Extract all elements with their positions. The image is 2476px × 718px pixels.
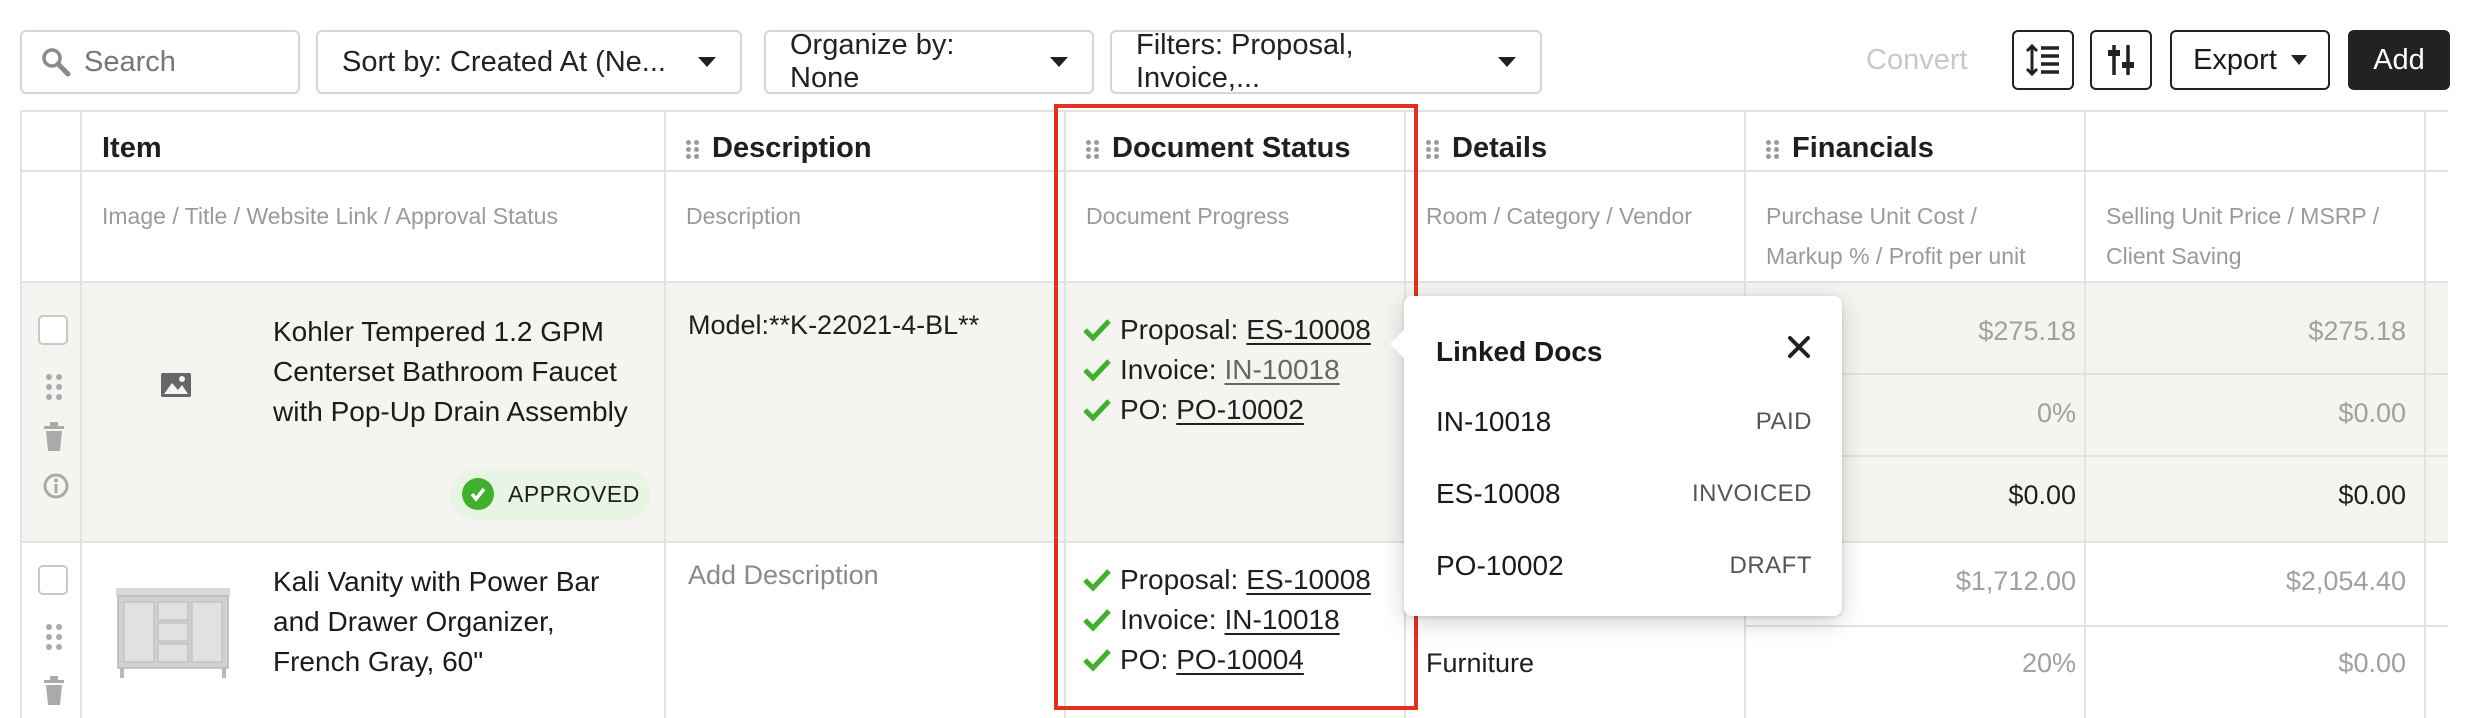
linked-doc-id[interactable]: ES-10008	[1436, 478, 1561, 510]
approval-badge[interactable]: APPROVED	[450, 468, 650, 520]
chevron-down-icon	[2290, 55, 2307, 65]
check-circle-icon	[462, 478, 494, 510]
subtitle-line: Client Saving	[2106, 243, 2242, 269]
profit-per-unit: $0.00	[2008, 480, 2076, 510]
row-checkbox[interactable]	[38, 565, 68, 595]
filters-label: Filters: Proposal, Invoice,...	[1136, 29, 1354, 94]
vanity-thumbnail[interactable]	[110, 580, 236, 680]
document-status-highlight	[1054, 104, 1418, 710]
divider	[20, 110, 22, 718]
title-line: Kohler Tempered 1.2 GPM	[273, 316, 604, 347]
item-category[interactable]: Furniture	[1426, 648, 1534, 679]
export-label: Export	[2193, 43, 2277, 76]
markup-percent[interactable]: 20%	[2022, 648, 2076, 679]
purchase-unit-cost[interactable]: $1,712.00	[1956, 566, 2076, 597]
drag-handle-icon[interactable]	[42, 372, 66, 402]
subtitle-line: Selling Unit Price / MSRP /	[2106, 203, 2380, 229]
chevron-down-icon	[698, 57, 716, 67]
subtitle-line: Markup % / Profit per unit	[1766, 243, 2026, 269]
chevron-down-icon	[1498, 57, 1516, 67]
drag-handle-icon[interactable]	[1426, 138, 1440, 160]
filters-dropdown[interactable]: Filters: Proposal, Invoice,...	[1110, 29, 1542, 94]
item-description[interactable]: Model:**K-22021-4-BL**	[688, 310, 979, 341]
column-title: Details	[1452, 132, 1548, 164]
description-placeholder[interactable]: Add Description	[688, 560, 879, 591]
divider	[1744, 455, 2448, 457]
row-checkbox[interactable]	[38, 315, 68, 345]
column-subtitle: Room / Category / Vendor	[1426, 203, 1692, 229]
trash-icon[interactable]	[42, 422, 66, 452]
divider	[2084, 110, 2086, 718]
search-placeholder: Search	[84, 45, 176, 78]
drag-handle-icon[interactable]	[1766, 138, 1780, 160]
divider	[2424, 110, 2426, 718]
popover-arrow	[1390, 330, 1404, 358]
divider	[1744, 373, 2448, 375]
chevron-down-icon	[1050, 57, 1068, 67]
title-line: and Drawer Organizer,	[273, 606, 555, 637]
title-line: Centerset Bathroom Faucet	[273, 356, 617, 387]
toolbar: Search Sort by: Created At (Ne... Organi…	[0, 0, 2476, 110]
column-subtitle: Description	[686, 203, 802, 229]
info-icon[interactable]	[42, 472, 70, 500]
column-settings-button[interactable]	[2090, 30, 2152, 90]
column-subtitle: Image / Title / Website Link / Approval …	[102, 203, 558, 229]
convert-button[interactable]: Convert	[1866, 44, 1968, 77]
sort-label: Sort by: Created At (Ne...	[342, 45, 666, 78]
linked-doc-status: PAID	[1755, 408, 1812, 435]
divider	[80, 110, 82, 718]
approval-label: APPROVED	[508, 480, 640, 507]
divider	[664, 110, 666, 718]
export-dropdown[interactable]: Export	[2170, 30, 2330, 90]
linked-doc-status: INVOICED	[1691, 480, 1812, 507]
column-header-description[interactable]: Description	[686, 132, 872, 165]
subtitle-line: Purchase Unit Cost /	[1766, 203, 1977, 229]
purchase-unit-cost[interactable]: $275.18	[1978, 316, 2076, 347]
sliders-icon	[2108, 45, 2134, 75]
column-title: Item	[102, 132, 162, 164]
popover-title: Linked Docs	[1436, 336, 1603, 367]
title-line: Kali Vanity with Power Bar	[273, 566, 600, 597]
image-placeholder-icon	[161, 373, 191, 397]
row-height-icon	[2025, 43, 2059, 77]
linked-docs-popover: Linked Docs IN-10018 PAID ES-10008 INVOI…	[1390, 296, 1842, 616]
msrp[interactable]: $0.00	[2338, 398, 2406, 429]
close-icon[interactable]	[1784, 332, 1814, 362]
column-title: Description	[712, 132, 872, 164]
column-header-financials[interactable]: Financials	[1766, 132, 1934, 165]
linked-doc-id[interactable]: PO-10002	[1436, 550, 1564, 582]
divider	[1744, 625, 2448, 627]
item-title[interactable]: Kali Vanity with Power Bar and Drawer Or…	[273, 562, 599, 682]
markup-percent[interactable]: 0%	[2037, 398, 2076, 429]
linked-doc-id[interactable]: IN-10018	[1436, 406, 1551, 438]
column-title: Financials	[1792, 132, 1934, 164]
msrp[interactable]: $0.00	[2338, 648, 2406, 679]
selling-unit-price[interactable]: $275.18	[2308, 316, 2406, 347]
item-title[interactable]: Kohler Tempered 1.2 GPM Centerset Bathro…	[273, 312, 628, 432]
row-height-button[interactable]	[2012, 30, 2074, 90]
drag-handle-icon[interactable]	[42, 622, 66, 652]
column-header-details[interactable]: Details	[1426, 132, 1547, 165]
trash-icon[interactable]	[42, 676, 66, 706]
organize-dropdown[interactable]: Organize by: None	[764, 29, 1094, 94]
selling-unit-price[interactable]: $2,054.40	[2286, 566, 2406, 597]
column-subtitle-cost: Purchase Unit Cost / Markup % / Profit p…	[1766, 196, 2026, 276]
title-line: French Gray, 60"	[273, 646, 484, 677]
drag-handle-icon[interactable]	[686, 138, 700, 160]
add-button[interactable]: Add	[2348, 30, 2450, 90]
sort-dropdown[interactable]: Sort by: Created At (Ne...	[316, 30, 742, 94]
search-input[interactable]: Search	[20, 30, 300, 94]
column-header-item[interactable]: Item	[102, 132, 162, 165]
title-line: with Pop-Up Drain Assembly	[273, 396, 628, 427]
client-saving: $0.00	[2338, 480, 2406, 510]
search-icon	[42, 48, 71, 77]
linked-doc-status: DRAFT	[1729, 552, 1812, 579]
organize-label: Organize by: None	[790, 29, 955, 94]
column-subtitle-price: Selling Unit Price / MSRP / Client Savin…	[2106, 196, 2379, 276]
